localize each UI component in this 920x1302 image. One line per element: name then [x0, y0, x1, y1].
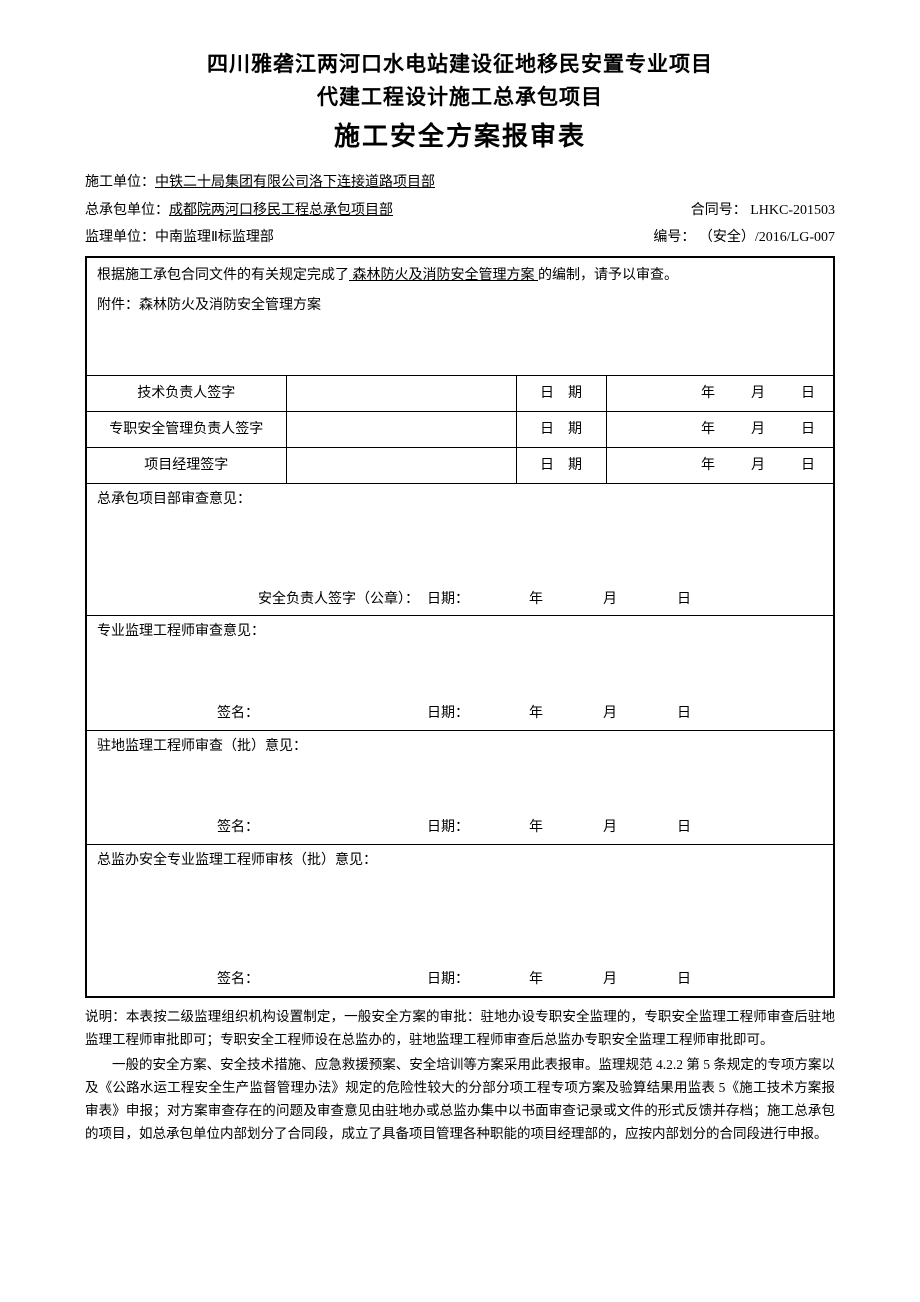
attachment-value: 森林防火及消防安全管理方案	[139, 298, 321, 313]
day-unit: 日	[677, 970, 691, 990]
year-unit: 年	[701, 456, 715, 476]
opinion-sig-label: 签名：	[97, 818, 427, 838]
year-unit: 年	[701, 420, 715, 440]
opinion-general-contract: 总承包项目部审查意见： 安全负责人签字（公章）： 日期： 年 月 日	[86, 484, 834, 616]
year-unit: 年	[529, 704, 543, 724]
title-block: 四川雅砻江两河口水电站建设征地移民安置专业项目 代建工程设计施工总承包项目 施工…	[85, 50, 835, 155]
general-contract-label: 总承包单位：	[85, 201, 169, 221]
sig-value	[286, 412, 516, 448]
opinion-title: 驻地监理工程师审查（批）意见：	[97, 737, 823, 757]
month-unit: 月	[751, 456, 765, 476]
year-unit: 年	[701, 384, 715, 404]
intro-scheme: 森林防火及消防安全管理方案	[349, 268, 538, 283]
general-contract-value: 成都院两河口移民工程总承包项目部	[169, 201, 393, 221]
opinion-date-label: 日期：	[427, 704, 469, 724]
opinion-title: 总监办安全专业监理工程师审核（批）意见：	[97, 851, 823, 871]
opinion-sig-label: 安全负责人签字（公章）：	[97, 590, 427, 610]
opinion-date-label: 日期：	[427, 590, 469, 610]
intro-suffix: 的编制，请予以审查。	[538, 268, 678, 283]
sig-date-label: 日 期	[516, 376, 606, 412]
day-unit: 日	[677, 818, 691, 838]
info-row-supervision: 监理单位： 中南监理Ⅱ标监理部 编号： （安全）/2016/LG-007	[85, 228, 835, 248]
year-unit: 年	[529, 590, 543, 610]
title-line-1: 四川雅砻江两河口水电站建设征地移民安置专业项目	[85, 50, 835, 79]
sig-row-pm: 项目经理签字 日 期 年 月 日	[86, 448, 834, 484]
day-unit: 日	[801, 384, 815, 404]
sig-date-label: 日 期	[516, 448, 606, 484]
sig-date-value: 年 月 日	[606, 376, 834, 412]
opinion-chief-supervisor: 总监办安全专业监理工程师审核（批）意见： 签名： 日期： 年 月 日	[86, 844, 834, 997]
day-unit: 日	[801, 420, 815, 440]
sig-label: 技术负责人签字	[86, 376, 286, 412]
day-unit: 日	[801, 456, 815, 476]
serial-value: （安全）/2016/LG-007	[699, 230, 835, 245]
sig-date-value: 年 月 日	[606, 412, 834, 448]
sig-value	[286, 376, 516, 412]
info-row-contract: 总承包单位： 成都院两河口移民工程总承包项目部 合同号： LHKC-201503	[85, 201, 835, 221]
supervision-unit-value: 中南监理Ⅱ标监理部	[155, 228, 274, 248]
supervision-unit-label: 监理单位：	[85, 228, 155, 248]
form-title: 施工安全方案报审表	[85, 119, 835, 155]
construction-unit-label: 施工单位：	[85, 173, 155, 193]
notes-p1: 说明：本表按二级监理组织机构设置制定，一般安全方案的审批：驻地办设专职安全监理的…	[85, 1006, 835, 1052]
attachment-label: 附件：	[97, 298, 139, 313]
year-unit: 年	[529, 970, 543, 990]
sig-row-tech: 技术负责人签字 日 期 年 月 日	[86, 376, 834, 412]
year-unit: 年	[529, 818, 543, 838]
month-unit: 月	[603, 590, 617, 610]
sig-label: 专职安全管理负责人签字	[86, 412, 286, 448]
day-unit: 日	[677, 704, 691, 724]
opinion-sig-label: 签名：	[97, 970, 427, 990]
month-unit: 月	[603, 818, 617, 838]
title-line-2: 代建工程设计施工总承包项目	[85, 83, 835, 112]
sig-label: 项目经理签字	[86, 448, 286, 484]
intro-prefix: 根据施工承包合同文件的有关规定完成了	[97, 268, 349, 283]
opinion-sig-label: 签名：	[97, 704, 427, 724]
notes-p2: 一般的安全方案、安全技术措施、应急救援预案、安全培训等方案采用此表报审。监理规范…	[85, 1054, 835, 1146]
month-unit: 月	[751, 420, 765, 440]
sig-row-safety: 专职安全管理负责人签字 日 期 年 月 日	[86, 412, 834, 448]
month-unit: 月	[751, 384, 765, 404]
construction-unit-value: 中铁二十局集团有限公司洛下连接道路项目部	[155, 173, 435, 193]
sig-date-value: 年 月 日	[606, 448, 834, 484]
serial-label: 编号：	[653, 230, 695, 245]
opinion-date-label: 日期：	[427, 818, 469, 838]
month-unit: 月	[603, 704, 617, 724]
day-unit: 日	[677, 590, 691, 610]
contract-no-label: 合同号：	[691, 203, 747, 218]
month-unit: 月	[603, 970, 617, 990]
sig-value	[286, 448, 516, 484]
opinion-date-label: 日期：	[427, 970, 469, 990]
main-table: 根据施工承包合同文件的有关规定完成了 森林防火及消防安全管理方案 的编制，请予以…	[85, 256, 835, 998]
notes-block: 说明：本表按二级监理组织机构设置制定，一般安全方案的审批：驻地办设专职安全监理的…	[85, 1006, 835, 1146]
info-row-construction: 施工单位： 中铁二十局集团有限公司洛下连接道路项目部	[85, 173, 835, 193]
contract-no-value: LHKC-201503	[750, 203, 835, 218]
opinion-resident-supervisor: 驻地监理工程师审查（批）意见： 签名： 日期： 年 月 日	[86, 730, 834, 844]
opinion-pro-supervisor: 专业监理工程师审查意见： 签名： 日期： 年 月 日	[86, 616, 834, 730]
intro-cell: 根据施工承包合同文件的有关规定完成了 森林防火及消防安全管理方案 的编制，请予以…	[86, 257, 834, 376]
opinion-title: 专业监理工程师审查意见：	[97, 622, 823, 642]
opinion-title: 总承包项目部审查意见：	[97, 490, 823, 510]
sig-date-label: 日 期	[516, 412, 606, 448]
